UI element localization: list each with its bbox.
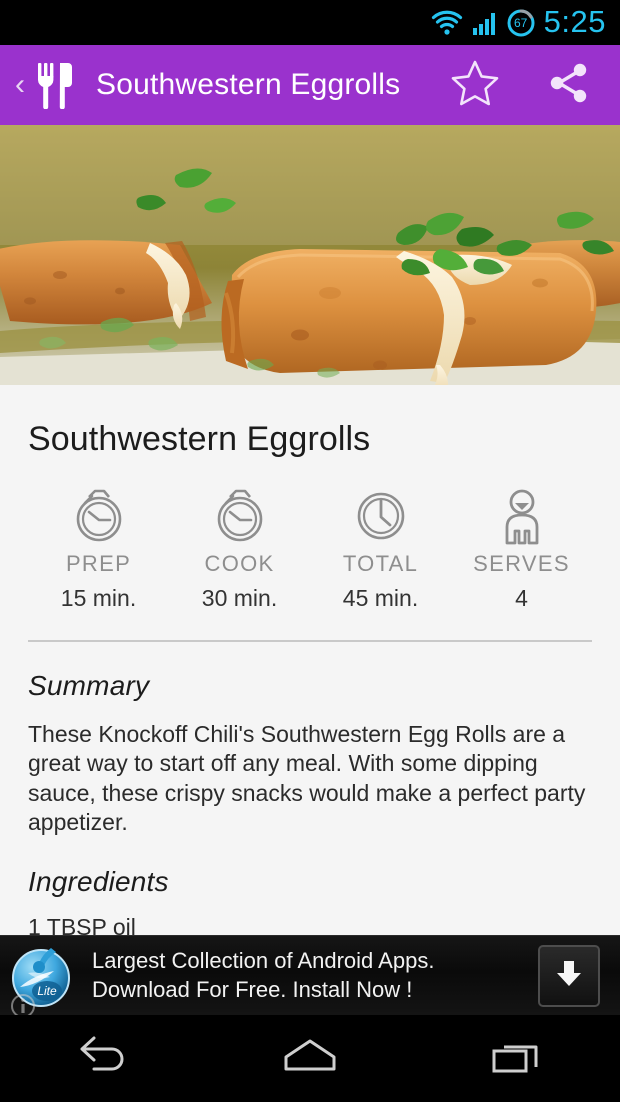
stopwatch-icon — [212, 487, 268, 545]
nav-home-icon — [281, 1035, 339, 1082]
meta-label: PREP — [65, 551, 132, 576]
share-icon — [546, 60, 592, 111]
person-icon — [496, 487, 548, 545]
recipe-hero-image — [0, 125, 620, 385]
meta-value: 4 — [515, 585, 528, 611]
recipe-content: Southwestern Eggrolls PREP 15 min. COOK … — [0, 385, 620, 935]
fork-and-knife-icon — [34, 61, 80, 109]
ad-banner[interactable]: Lite Largest Collection of Android Apps.… — [0, 935, 620, 1018]
summary-heading: Summary — [28, 670, 150, 701]
section-divider — [28, 640, 592, 642]
meta-serves: SERVES 4 — [451, 487, 592, 612]
meta-prep: PREP 15 min. — [28, 487, 169, 612]
clock-icon — [353, 487, 409, 545]
stopwatch-icon — [71, 487, 127, 545]
app-bar-title: Southwestern Eggrolls — [96, 68, 401, 101]
ad-line-1: Largest Collection of Android Apps. — [92, 947, 435, 973]
nav-back-button[interactable] — [0, 1035, 207, 1082]
wifi-icon — [431, 10, 463, 36]
battery-indicator: 67 — [507, 9, 535, 37]
meta-label: SERVES — [473, 551, 570, 576]
favorite-button[interactable] — [446, 56, 504, 114]
android-screen: 67 5:25 ‹ Southwestern Eggrolls Southwes… — [0, 0, 620, 1102]
meta-label: COOK — [204, 551, 275, 576]
meta-label: TOTAL — [342, 551, 419, 576]
page-title: Southwestern Eggrolls — [28, 420, 371, 458]
summary-text: These Knockoff Chili's Southwestern Egg … — [28, 721, 586, 836]
app-bar: ‹ Southwestern Eggrolls — [0, 45, 620, 125]
back-chevron-icon[interactable]: ‹ — [8, 70, 32, 100]
meta-cook: COOK 30 min. — [169, 487, 310, 612]
meta-value: 30 min. — [201, 585, 278, 611]
nav-recents-button[interactable] — [413, 1035, 620, 1082]
download-arrow-icon — [552, 956, 586, 995]
meta-value: 45 min. — [342, 585, 419, 611]
battery-level-text: 67 — [513, 15, 528, 30]
svg-text:Lite: Lite — [37, 984, 57, 998]
ad-line-2: Download For Free. Install Now ! — [92, 976, 413, 1002]
meta-value: 15 min. — [60, 585, 137, 611]
status-bar-clock: 5:25 — [543, 3, 606, 39]
southwestern-eggrolls-photo — [0, 125, 620, 385]
nav-home-button[interactable] — [207, 1035, 414, 1082]
cellular-signal-icon — [472, 10, 498, 36]
recipe-meta-row: PREP 15 min. COOK 30 min. TOTAL 45 min. … — [28, 487, 592, 612]
nav-back-icon — [76, 1035, 130, 1082]
meta-total: TOTAL 45 min. — [310, 487, 451, 612]
ad-download-button[interactable] — [538, 944, 600, 1007]
lite-app-logo-icon: Lite — [8, 943, 74, 1018]
list-item: 1 TBSP oil — [28, 913, 136, 935]
android-nav-bar — [0, 1015, 620, 1102]
share-button[interactable] — [540, 56, 598, 114]
star-outline-icon — [450, 58, 500, 113]
ingredients-heading: Ingredients — [28, 865, 169, 897]
nav-recents-icon — [490, 1035, 544, 1082]
ad-copy: Largest Collection of Android Apps. Down… — [92, 947, 538, 1004]
status-bar: 67 5:25 — [0, 0, 620, 45]
